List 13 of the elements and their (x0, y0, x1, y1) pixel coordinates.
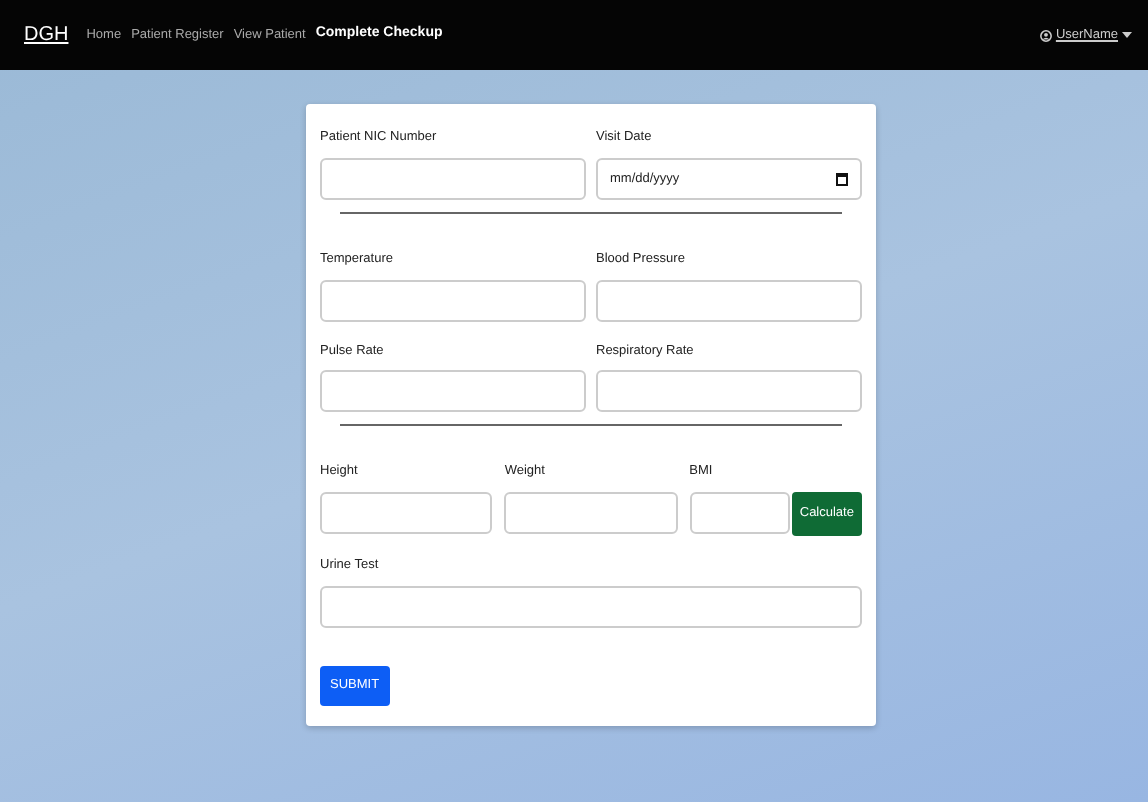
input-field[interactable] (320, 370, 586, 413)
input-field[interactable] (689, 492, 790, 534)
calendar-icon[interactable] (836, 171, 848, 186)
input-field[interactable] (320, 279, 586, 321)
input-field[interactable] (596, 279, 862, 321)
input-field[interactable] (320, 157, 586, 200)
brand-link[interactable]: DGH (24, 20, 69, 50)
caret-icon (1122, 31, 1132, 39)
user-icon (1039, 29, 1052, 41)
input-field[interactable] (596, 370, 862, 413)
input-field[interactable] (320, 585, 862, 628)
input-field[interactable] (320, 492, 493, 534)
input-field[interactable] (504, 492, 678, 534)
